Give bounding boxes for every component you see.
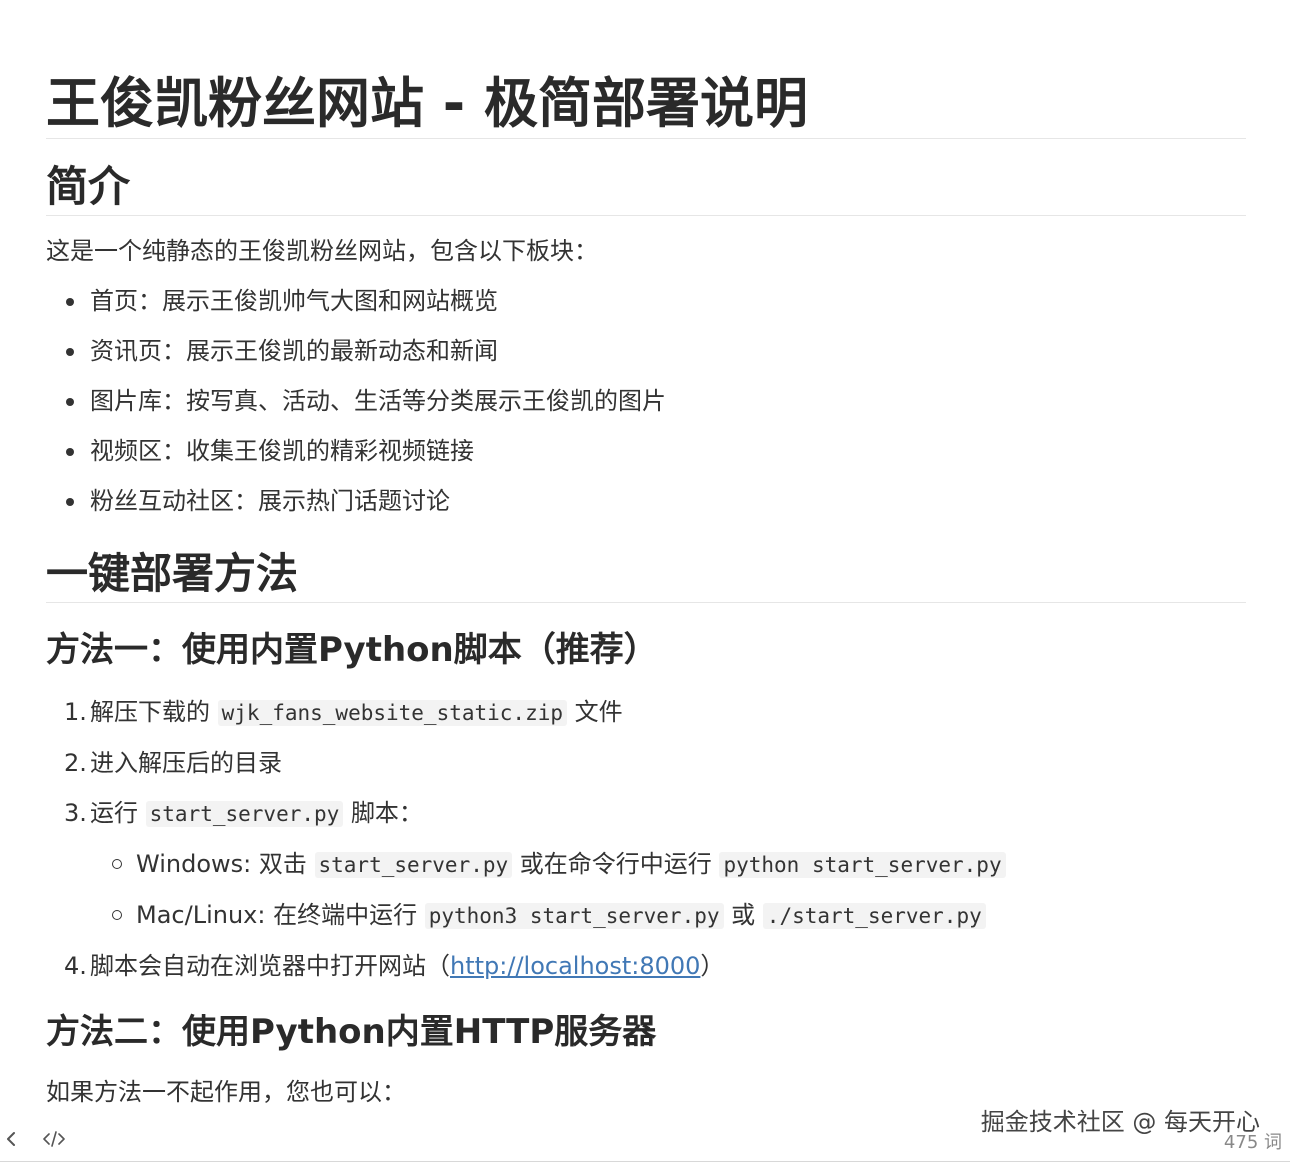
sections-list: 首页：展示王俊凯帅气大图和网站概览 资讯页：展示王俊凯的最新动态和新闻 图片库：… (46, 284, 1246, 518)
mac-middle-text: 或 (731, 901, 756, 929)
list-item-windows: Windows: 双击 start_server.py 或在命令行中运行 pyt… (112, 847, 1246, 882)
inline-code: ./start_server.py (762, 903, 986, 929)
watermark: 掘金技术社区 @ 每天开心 (980, 1108, 1260, 1136)
method2-heading: 方法二：使用Python内置HTTP服务器 (46, 1012, 657, 1052)
mac-label: Mac/Linux: 在终端中运行 (136, 901, 418, 929)
inline-code: python start_server.py (719, 852, 1006, 878)
step-item: 4. 脚本会自动在浏览器中打开网站（http://localhost:8000） (64, 949, 1246, 983)
step-item: 3. 运行 start_server.py 脚本： Windows: 双击 st… (64, 796, 1246, 933)
step-item: 1. 解压下载的 wjk_fans_website_static.zip 文件 (64, 695, 1246, 730)
document-title: 王俊凯粉丝网站 - 极简部署说明 (46, 70, 1246, 139)
inline-code: start_server.py (314, 852, 513, 878)
code-icon[interactable] (42, 1128, 66, 1150)
step-number: 3. (64, 799, 87, 827)
inline-code: python3 start_server.py (424, 903, 724, 929)
list-item: 图片库：按写真、活动、生活等分类展示王俊凯的图片 (66, 384, 1246, 418)
step-number: 1. (64, 698, 87, 726)
windows-label: Windows: 双击 (136, 850, 307, 878)
deploy-heading: 一键部署方法 (46, 546, 1246, 603)
inline-code: wjk_fans_website_static.zip (217, 700, 568, 726)
step-text: ） (700, 952, 725, 980)
platform-list: Windows: 双击 start_server.py 或在命令行中运行 pyt… (90, 847, 1246, 933)
step-text: 脚本： (350, 799, 423, 827)
chevron-left-icon[interactable] (4, 1128, 20, 1150)
list-item: 粉丝互动社区：展示热门话题讨论 (66, 484, 1246, 518)
intro-text: 这是一个纯静态的王俊凯粉丝网站，包含以下板块： (46, 237, 598, 265)
step-text: 脚本会自动在浏览器中打开网站（ (90, 952, 450, 980)
step-text: 运行 (90, 799, 138, 827)
method1-steps: 1. 解压下载的 wjk_fans_website_static.zip 文件 … (46, 695, 1246, 983)
step-text: 文件 (574, 698, 623, 726)
step-item: 2. 进入解压后的目录 (64, 746, 1246, 780)
list-item: 首页：展示王俊凯帅气大图和网站概览 (66, 284, 1246, 318)
inline-code: start_server.py (145, 801, 344, 827)
markdown-preview-window: 王俊凯粉丝网站 - 极简部署说明 简介 这是一个纯静态的王俊凯粉丝网站，包含以下… (0, 0, 1290, 1163)
step-text: 解压下载的 (90, 698, 210, 726)
step-number: 2. (64, 749, 87, 777)
list-item: 资讯页：展示王俊凯的最新动态和新闻 (66, 334, 1246, 368)
method1-heading: 方法一：使用内置Python脚本（推荐） (46, 630, 658, 670)
step-text: 进入解压后的目录 (90, 749, 282, 777)
step-number: 4. (64, 952, 87, 980)
document-content: 王俊凯粉丝网站 - 极简部署说明 简介 这是一个纯静态的王俊凯粉丝网站，包含以下… (46, 70, 1246, 1116)
list-item: 视频区：收集王俊凯的精彩视频链接 (66, 434, 1246, 468)
windows-middle-text: 或在命令行中运行 (519, 850, 712, 878)
intro-heading: 简介 (46, 159, 1246, 216)
list-item-mac-linux: Mac/Linux: 在终端中运行 python3 start_server.p… (112, 898, 1246, 933)
status-bar-divider (0, 1161, 1290, 1162)
localhost-link[interactable]: http://localhost:8000 (450, 952, 700, 980)
